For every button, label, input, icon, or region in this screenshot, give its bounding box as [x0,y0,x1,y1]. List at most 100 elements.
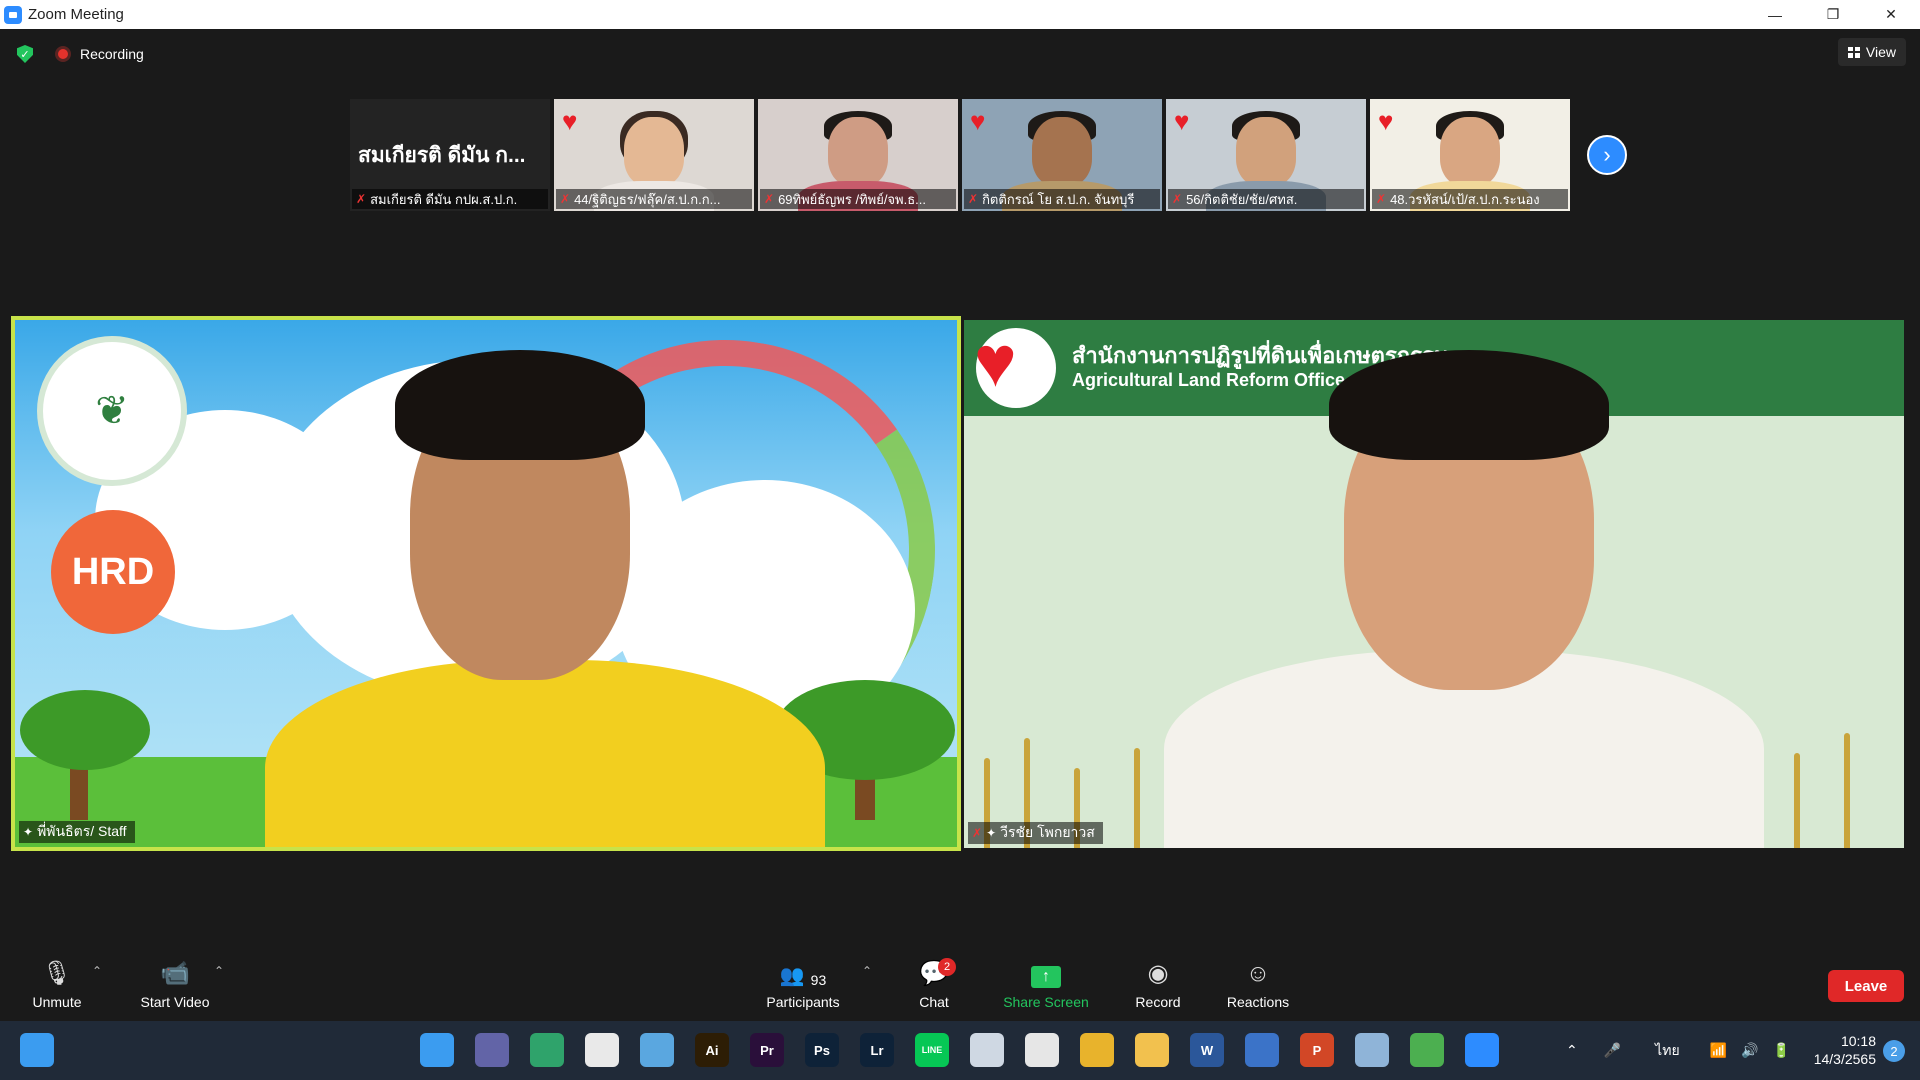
line-icon[interactable]: LINE [915,1033,949,1067]
unmute-button[interactable]: 🎙 Unmute [26,950,88,1021]
restore-button[interactable]: ❐ [1804,0,1862,29]
chat-label: Chat [919,994,949,1010]
mic-muted-icon: ✗ [972,826,983,840]
next-page-button[interactable]: › [1587,135,1627,175]
leave-button[interactable]: Leave [1828,970,1904,1002]
audio-options-caret[interactable]: ⌃ [92,964,102,978]
chevron-right-icon: › [1603,142,1611,167]
reactions-icon: ☺ [1245,960,1271,987]
meeting-area: Recording View สมเกียรติ ดีมัน ก... ✗สมเ… [0,29,1920,1021]
notification-count-badge[interactable]: 2 [1883,1040,1905,1062]
close-button[interactable]: ✕ [1862,0,1920,29]
participant-name-tag: ✗ 48.วรหัสน์/เป้/ส.ป.ก.ระนอง [1372,189,1568,209]
heart-reaction-icon: ♥ [1174,106,1190,136]
participant-thumbnail[interactable]: ♥ ✗ กิตติกรณ์ โย ส.ป.ก. จันทบุรี [962,99,1162,211]
chrome-profile-icon[interactable] [1410,1033,1444,1067]
folder-icon[interactable] [1135,1033,1169,1067]
participant-face [828,117,888,187]
participant-thumbnail[interactable]: ♥ ✗ 56/กิตติชัย/ชัย/ศทส. [1166,99,1366,211]
clock-time: 10:18 [1840,1033,1876,1049]
word-icon[interactable]: W [1190,1033,1224,1067]
premiere-icon[interactable]: Pr [750,1033,784,1067]
windows-start-icon[interactable] [420,1033,454,1067]
participant-face [1440,117,1500,187]
participants-label: Participants [766,994,840,1010]
recording-label: Recording [80,46,144,62]
monitor-icon[interactable] [1355,1033,1389,1067]
lightroom-icon[interactable]: Lr [860,1033,894,1067]
participant-face [1236,117,1296,187]
participant-name: พี่พันธิตร/ Staff [37,823,127,839]
start-video-button[interactable]: 📹 Start Video [130,950,220,1021]
notes-icon[interactable] [530,1033,564,1067]
teams-chat-icon[interactable] [475,1033,509,1067]
participant-thumbnail[interactable]: ♥ ✗ 44/ฐิติญธร/ฟลุ๊ค/ส.ป.ก.ก... [554,99,754,211]
video-tile[interactable]: ♥ สำนักงานการปฏิรูปที่ดินเพื่อเกษตรกรรม … [964,320,1904,848]
illustrator-icon[interactable]: Ai [695,1033,729,1067]
record-icon: ◉ [1147,960,1169,987]
snipping-icon[interactable] [970,1033,1004,1067]
heart-reaction-icon: ♥ [970,106,986,136]
participant-name: สมเกียรติ ดีมัน กปผ.ส.ป.ก. [370,191,518,207]
video-off-icon: 📹 [160,960,190,987]
wifi-icon[interactable]: 📶 [1710,1042,1727,1059]
screen-tool-icon[interactable] [1025,1033,1059,1067]
photoshop-icon[interactable]: Ps [805,1033,839,1067]
encryption-shield-icon[interactable] [17,45,33,63]
share-screen-label: Share Screen [1003,994,1089,1010]
view-button[interactable]: View [1837,38,1906,66]
participant-thumbnail[interactable]: สมเกียรติ ดีมัน ก... ✗ สมเกียรติ ดีมัน กป… [350,99,550,211]
video-options-caret[interactable]: ⌃ [214,964,224,978]
photos-icon[interactable] [640,1033,674,1067]
participants-icon: 👥 93 [779,965,827,988]
record-button[interactable]: ◉ Record [1130,950,1186,1021]
system-tray: ⌃ 🎤 ไทย 📶 🔊 🔋 [1566,1021,1790,1080]
start-video-label: Start Video [140,994,210,1010]
input-language[interactable]: ไทย [1655,1040,1679,1062]
participant-face [624,117,684,187]
vpn-icon[interactable] [1245,1033,1279,1067]
windows-taskbar: Ai Pr Ps Lr LINE W P ⌃ 🎤 ไทย 📶 🔊 🔋 10:18 14/3/… [0,1021,1920,1080]
participant-name-tag: ✦ พี่พันธิตร/ Staff [19,821,135,843]
participants-count: 93 [810,972,827,988]
powerpoint-icon[interactable]: P [1300,1033,1334,1067]
microphone-muted-icon: 🎙 [41,960,73,987]
chrome-icon[interactable] [1080,1033,1114,1067]
share-screen-button[interactable]: ↑ Share Screen [998,950,1094,1021]
speaker-shirt [265,660,825,847]
rice-stalk [1134,748,1140,848]
taskbar-clock[interactable]: 10:18 14/3/2565 [1814,1032,1876,1068]
participant-name: 48.วรหัสน์/เป้/ส.ป.ก.ระนอง [1390,191,1540,207]
participant-thumbnail[interactable]: ✗ 69ทิพย์ธัญพร /ทิพย์/จพ.ธ... [758,99,958,211]
pin-icon: ✦ [23,825,34,839]
zoom-icon[interactable] [1465,1033,1499,1067]
mic-muted-icon: ✗ [356,192,367,206]
participants-button[interactable]: 👥 93 Participants [760,950,846,1021]
hrd-logo: HRD [51,510,175,634]
speaker-icon[interactable]: 🔊 [1741,1042,1758,1059]
record-label: Record [1135,994,1181,1010]
chat-unread-badge: 2 [938,958,956,976]
participant-name: 56/กิตติชัย/ชัย/ศทส. [1186,191,1298,207]
video-tile-active-speaker[interactable]: ❦ HRD ✦ พี่พันธิตร/ Staff [11,316,961,851]
participants-options-caret[interactable]: ⌃ [862,964,872,978]
minimize-button[interactable]: — [1746,0,1804,29]
battery-icon[interactable]: 🔋 [1773,1042,1790,1059]
participant-name-tag: ✗ ✦ วีรชัย โพกยาวส [968,822,1103,844]
share-screen-icon: ↑ [1031,966,1061,988]
desktop-widget-icon[interactable] [20,1033,54,1067]
banner-english-title: Agricultural Land Reform Office [1072,370,1346,390]
window-titlebar: Zoom Meeting — ❐ ✕ [0,0,1920,29]
store-icon[interactable] [585,1033,619,1067]
grid-view-icon [1847,46,1860,58]
reactions-button[interactable]: ☺ Reactions [1222,950,1294,1021]
microphone-icon[interactable]: 🎤 [1604,1042,1621,1059]
mic-muted-icon: ✗ [764,192,775,206]
tree-background [20,690,150,770]
recording-indicator-icon[interactable] [55,46,71,62]
participant-thumbnail-strip: สมเกียรติ ดีมัน ก... ✗ สมเกียรติ ดีมัน กป… [350,99,1570,211]
participant-name-tag: ✗ กิตติกรณ์ โย ส.ป.ก. จันทบุรี [964,189,1160,209]
participant-thumbnail[interactable]: ♥ ✗ 48.วรหัสน์/เป้/ส.ป.ก.ระนอง [1370,99,1570,211]
chevron-up-icon[interactable]: ⌃ [1566,1042,1578,1059]
rice-stalk [1844,733,1850,848]
